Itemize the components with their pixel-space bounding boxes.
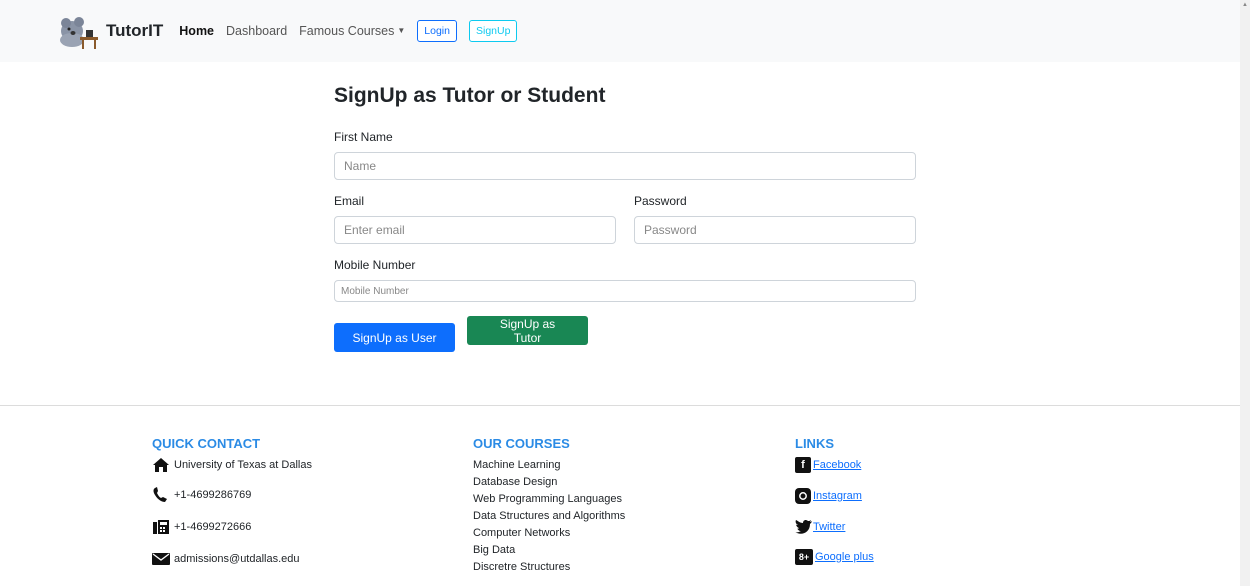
- google-plus-icon: 8+: [795, 549, 813, 565]
- caret-down-icon: ▼: [397, 26, 406, 35]
- mobile-input[interactable]: [334, 280, 916, 302]
- contact-phone: +1-4699286769: [152, 487, 312, 503]
- course-item: Database Design: [473, 476, 558, 488]
- envelope-icon: [152, 551, 172, 567]
- email-group: Email: [334, 194, 616, 244]
- brand-name: TutorIT: [106, 21, 164, 40]
- our-courses-heading: OUR COURSES: [473, 436, 570, 451]
- page-scrollbar[interactable]: ▲: [1240, 0, 1250, 586]
- nav-dropdown-label: Famous Courses: [299, 24, 395, 38]
- course-item: Computer Networks: [473, 527, 571, 539]
- twitter-icon: [795, 519, 813, 534]
- first-name-label: First Name: [334, 130, 393, 144]
- contact-fax-text: +1-4699272666: [174, 521, 252, 533]
- nav-link-dashboard[interactable]: Dashboard: [226, 24, 287, 38]
- password-group: Password: [634, 194, 916, 244]
- quick-contact-section: QUICK CONTACT University of Texas at Dal…: [152, 436, 312, 567]
- twitter-link[interactable]: Twitter: [813, 521, 845, 533]
- email-password-row: Email Password: [334, 194, 916, 244]
- mobile-group: Mobile Number: [334, 258, 916, 302]
- footer-divider: [0, 405, 1240, 406]
- signup-tutor-button[interactable]: SignUp as Tutor: [467, 316, 588, 345]
- links-section: LINKS f Facebook Instagram Twitter 8+ Go…: [795, 436, 874, 580]
- password-label: Password: [634, 194, 687, 208]
- facebook-link[interactable]: Facebook: [813, 459, 861, 471]
- signup-nav-button[interactable]: SignUp: [468, 20, 518, 42]
- instagram-icon: [795, 488, 811, 504]
- contact-address: University of Texas at Dallas: [152, 457, 312, 473]
- email-label: Email: [334, 194, 365, 208]
- brand[interactable]: TutorIT: [58, 13, 163, 49]
- course-item: Big Data: [473, 544, 516, 556]
- facebook-icon: f: [795, 457, 811, 473]
- quick-contact-heading: QUICK CONTACT: [152, 436, 261, 451]
- email-input[interactable]: [334, 216, 616, 244]
- our-courses-section: OUR COURSES Machine Learning Database De…: [473, 436, 625, 576]
- navbar: TutorIT Home Dashboard Famous Courses ▼ L…: [0, 0, 1240, 62]
- password-input[interactable]: [634, 216, 916, 244]
- twitter-link-row: Twitter: [795, 519, 874, 534]
- signup-user-button[interactable]: SignUp as User: [334, 323, 455, 352]
- login-button[interactable]: Login: [417, 20, 457, 42]
- koala-logo-icon: [60, 17, 98, 49]
- google-plus-link-row: 8+ Google plus: [795, 549, 874, 565]
- course-item: Data Structures and Algorithms: [473, 510, 626, 522]
- instagram-link[interactable]: Instagram: [813, 490, 862, 502]
- signup-form: SignUp as Tutor or Student First Name Em…: [334, 84, 916, 352]
- phone-icon: [152, 487, 172, 503]
- facebook-link-row: f Facebook: [795, 457, 874, 473]
- page-title: SignUp as Tutor or Student: [334, 84, 606, 107]
- instagram-link-row: Instagram: [795, 488, 874, 504]
- nav-dropdown-famous-courses[interactable]: Famous Courses ▼: [299, 24, 405, 38]
- contact-fax: +1-4699272666: [152, 519, 312, 535]
- course-item: Discretre Structures: [473, 561, 571, 573]
- mobile-label: Mobile Number: [334, 258, 416, 272]
- nav-link-home[interactable]: Home: [179, 24, 214, 38]
- contact-email: admissions@utdallas.edu: [152, 551, 312, 567]
- nav-links: Home Dashboard Famous Courses ▼ Login Sig…: [179, 20, 529, 42]
- fax-icon: [152, 519, 172, 535]
- first-name-group: First Name: [334, 130, 916, 180]
- contact-email-text: admissions@utdallas.edu: [174, 553, 300, 565]
- first-name-input[interactable]: [334, 152, 916, 180]
- form-actions: SignUp as User SignUp as Tutor: [334, 316, 916, 352]
- course-item: Web Programming Languages: [473, 493, 622, 505]
- course-item: Machine Learning: [473, 459, 561, 471]
- contact-address-text: University of Texas at Dallas: [174, 459, 312, 471]
- scroll-up-arrow-icon[interactable]: ▲: [1242, 2, 1248, 8]
- contact-phone-text: +1-4699286769: [174, 489, 252, 501]
- google-plus-link[interactable]: Google plus: [815, 551, 874, 563]
- home-icon: [152, 457, 172, 473]
- links-heading: LINKS: [795, 436, 834, 451]
